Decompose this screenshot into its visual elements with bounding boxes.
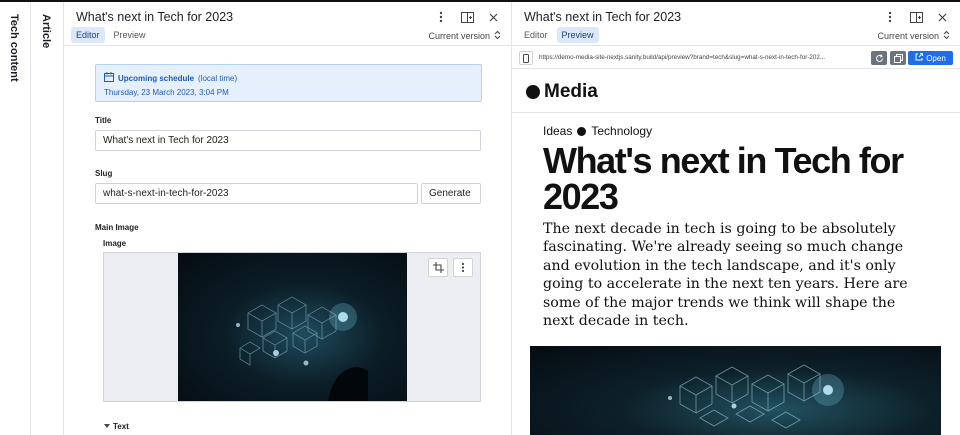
- editor-pane-title: What's next in Tech for 2023: [76, 10, 234, 24]
- version-selector[interactable]: Current version: [877, 30, 950, 42]
- open-button[interactable]: Open: [908, 51, 953, 65]
- version-selector[interactable]: Current version: [428, 30, 501, 42]
- version-label: Current version: [428, 31, 490, 41]
- crumb-technology[interactable]: Technology: [591, 124, 652, 138]
- preview-pane-header: What's next in Tech for 2023 Editor Prev…: [512, 2, 960, 46]
- slug-input[interactable]: what-s-next-in-tech-for-2023: [95, 183, 418, 204]
- main-image: [178, 253, 407, 401]
- tab-editor[interactable]: Editor: [519, 27, 553, 43]
- chevron-updown-icon: [943, 30, 950, 42]
- tab-preview[interactable]: Preview: [109, 27, 151, 43]
- slug-label: Slug: [95, 169, 113, 178]
- schedule-date: Thursday, 23 March 2023, 3:04 PM: [104, 88, 229, 97]
- schedule-label: Upcoming schedule: [118, 73, 195, 83]
- copy-icon[interactable]: [890, 51, 906, 65]
- rail-article-label: Article: [40, 14, 52, 49]
- tab-editor[interactable]: Editor: [71, 27, 105, 43]
- brand-dot-icon: [526, 85, 540, 99]
- schedule-note: (local time): [198, 73, 238, 83]
- editor-pane: What's next in Tech for 2023 Editor Prev…: [64, 2, 512, 435]
- upcoming-schedule-banner: Upcoming schedule (local time) Thursday,…: [95, 64, 482, 102]
- rail-article[interactable]: Article: [31, 2, 64, 435]
- chevron-down-icon: [104, 422, 110, 431]
- article-headline: What's next in Tech for 2023: [543, 140, 904, 217]
- split-pane-icon[interactable]: [459, 9, 475, 25]
- image-more-icon[interactable]: [453, 258, 473, 277]
- version-label: Current version: [877, 31, 939, 41]
- title-label: Title: [95, 116, 112, 125]
- generate-button[interactable]: Generate: [421, 183, 481, 204]
- article-lede: The next decade in tech is going to be a…: [543, 221, 908, 330]
- close-icon[interactable]: [934, 9, 950, 25]
- image-field[interactable]: [103, 252, 481, 402]
- chevron-updown-icon: [494, 30, 501, 42]
- preview-url[interactable]: https://demo-media-site-nextjs.sanity.bu…: [539, 54, 869, 61]
- image-label: Image: [103, 239, 127, 248]
- device-icon[interactable]: [519, 51, 533, 65]
- brand-name: Media: [544, 81, 598, 102]
- refresh-icon[interactable]: [871, 51, 887, 65]
- more-icon[interactable]: [433, 9, 449, 25]
- article-hero-image: [530, 346, 941, 435]
- text-section-toggle[interactable]: Text: [104, 422, 129, 431]
- preview-pane-title: What's next in Tech for 2023: [524, 10, 682, 24]
- crumb-ideas[interactable]: Ideas: [543, 124, 572, 138]
- main-image-label: Main Image: [95, 223, 139, 232]
- open-button-label: Open: [926, 53, 946, 63]
- more-icon[interactable]: [882, 9, 898, 25]
- calendar-icon: [104, 72, 114, 84]
- editor-pane-header: What's next in Tech for 2023 Editor Prev…: [64, 2, 511, 46]
- rail-tech-content[interactable]: Tech content: [0, 2, 31, 435]
- site-brand[interactable]: Media: [526, 81, 598, 103]
- text-label: Text: [113, 422, 129, 431]
- tab-preview[interactable]: Preview: [556, 27, 599, 43]
- article-categories: Ideas Technology: [543, 124, 652, 138]
- rail-tech-content-label: Tech content: [8, 14, 20, 82]
- preview-url-bar: https://demo-media-site-nextjs.sanity.bu…: [512, 47, 960, 69]
- split-pane-icon[interactable]: [908, 9, 924, 25]
- site-header: Media: [512, 69, 960, 113]
- title-input[interactable]: What's next in Tech for 2023: [95, 130, 481, 151]
- external-link-icon: [915, 53, 924, 63]
- preview-pane: What's next in Tech for 2023 Editor Prev…: [512, 2, 960, 435]
- close-icon[interactable]: [485, 9, 501, 25]
- crumb-separator-icon: [577, 126, 587, 136]
- crop-icon[interactable]: [428, 258, 448, 277]
